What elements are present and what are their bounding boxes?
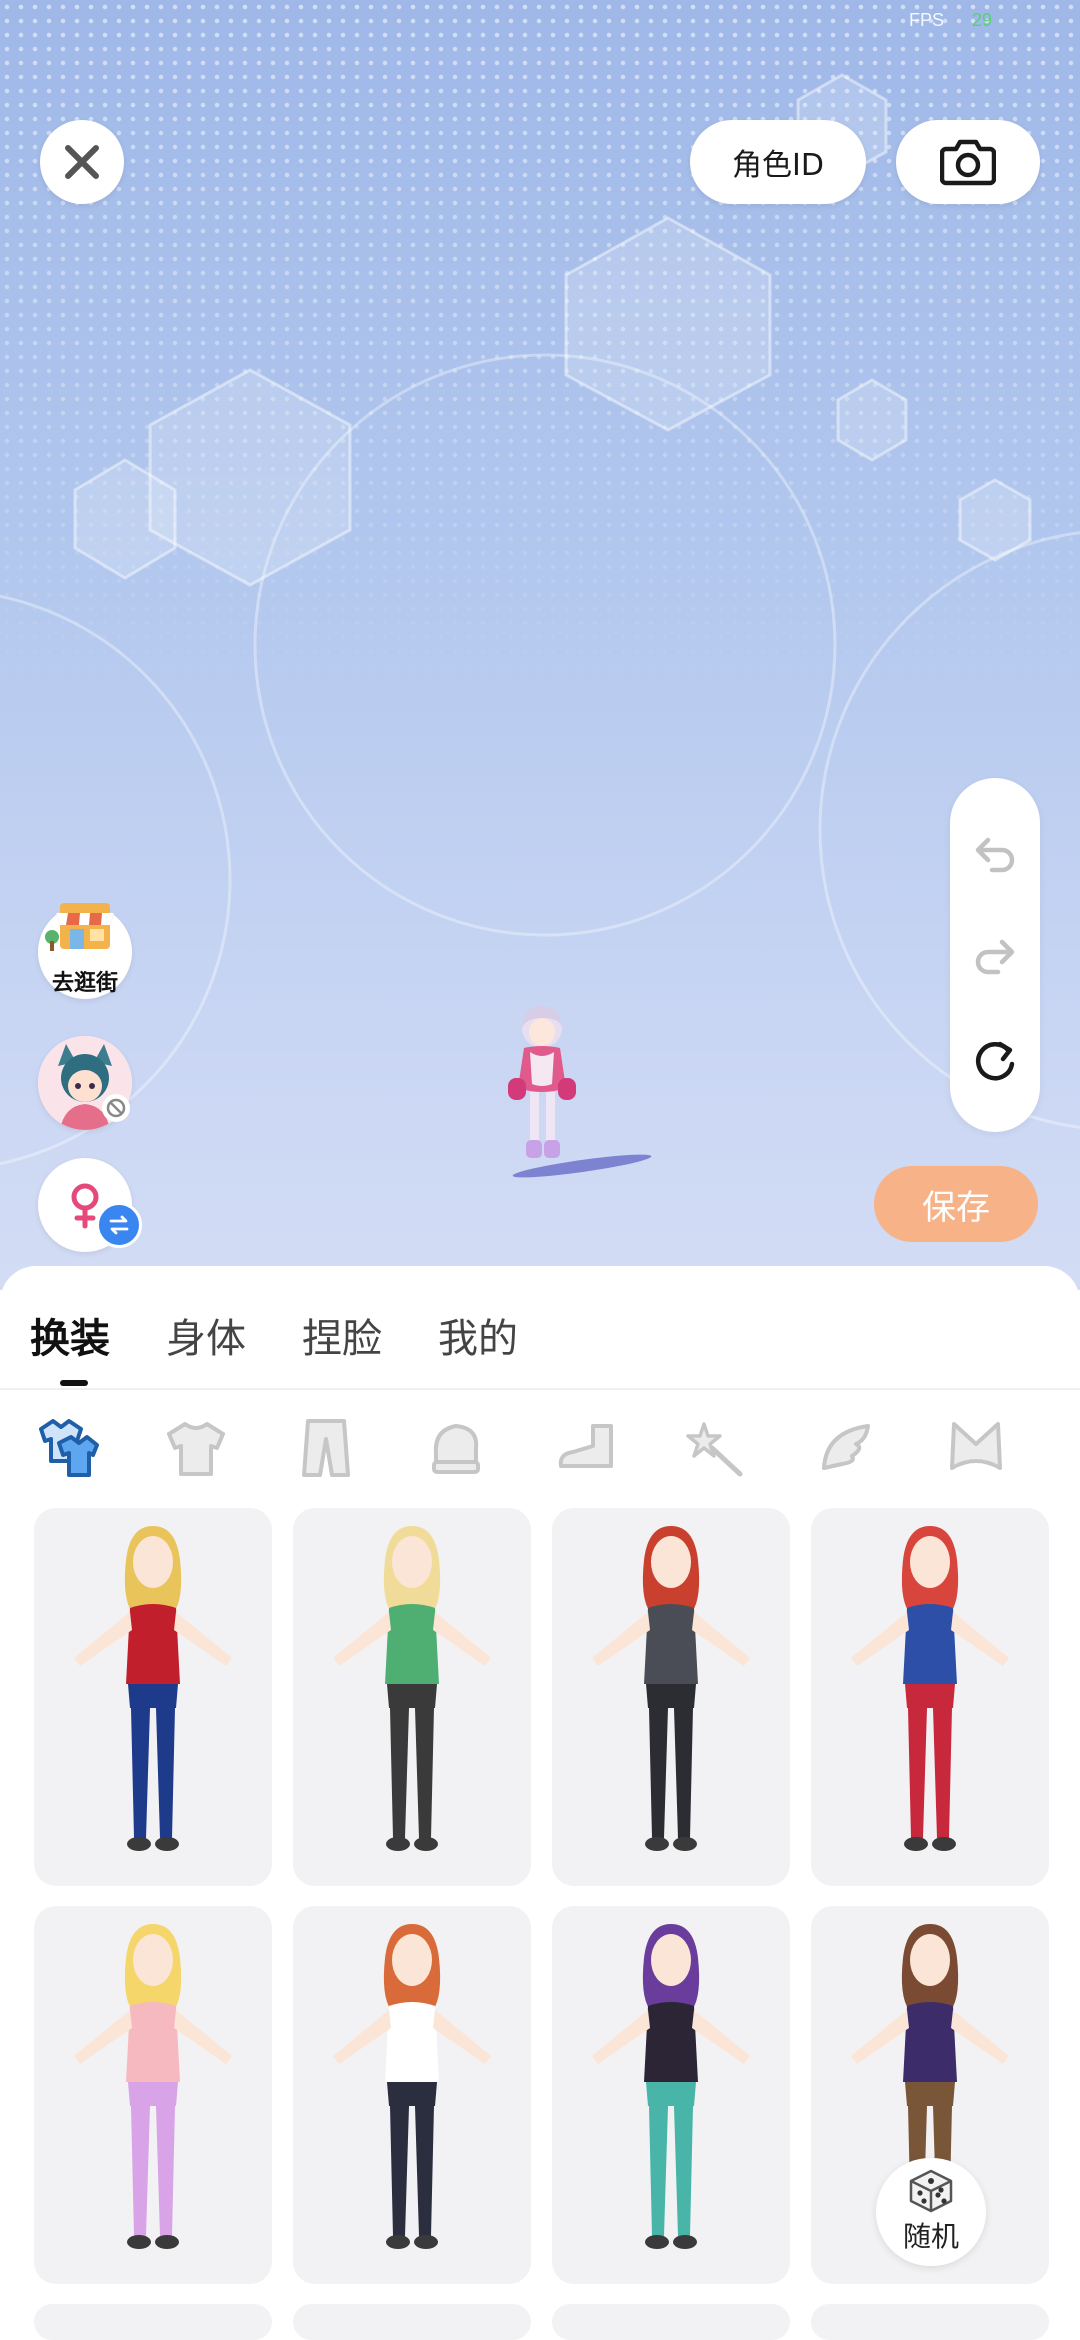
tab-outfit[interactable]: 换装 <box>30 1306 110 1364</box>
save-button[interactable]: 保存 <box>874 1166 1038 1242</box>
history-panel <box>950 778 1040 1132</box>
outfit-figure <box>333 1526 491 1851</box>
category-gloves[interactable] <box>416 1408 496 1488</box>
category-bar <box>0 1408 1080 1508</box>
outfit-card-4[interactable] <box>811 1508 1049 1886</box>
outfit-card-partial[interactable] <box>811 2304 1049 2340</box>
go-shopping-label: 去逛街 <box>51 971 118 996</box>
close-button[interactable] <box>40 120 124 204</box>
outfit-card-6[interactable] <box>293 1906 531 2284</box>
ears-icon <box>950 1422 1002 1470</box>
outfit-card-partial[interactable] <box>552 2304 790 2340</box>
outfit-figure <box>592 1526 750 1851</box>
shoes-icon <box>558 1424 613 1468</box>
role-id-button[interactable]: 角色ID <box>690 120 866 204</box>
top-icon <box>167 1422 225 1476</box>
avatar-scene[interactable]: FPS 29 角色ID 去逛街 保存 <box>0 0 1080 1290</box>
gender-switch-button[interactable] <box>38 1158 142 1252</box>
pants-icon <box>302 1419 350 1477</box>
outfit-card-partial[interactable] <box>34 2304 272 2340</box>
fps-counter: FPS 29 <box>909 10 992 31</box>
camera-button[interactable] <box>896 120 1040 204</box>
outfit-figure <box>74 1526 232 1851</box>
fps-value: 29 <box>971 10 992 30</box>
fps-label: FPS <box>908 10 944 30</box>
wing-icon <box>822 1424 870 1470</box>
wand-icon <box>686 1422 743 1477</box>
category-pants[interactable] <box>286 1408 366 1488</box>
category-accessory[interactable] <box>676 1408 756 1488</box>
main-tabs: 换装 身体 捏脸 我的 <box>0 1266 1080 1388</box>
tab-body[interactable]: 身体 <box>166 1306 246 1364</box>
gloves-icon <box>432 1424 480 1474</box>
close-icon <box>65 145 99 179</box>
outfit-card-partial[interactable] <box>293 2304 531 2340</box>
tab-mine[interactable]: 我的 <box>438 1306 518 1364</box>
outfit-figure <box>592 1924 750 2249</box>
random-label: 随机 <box>902 2220 959 2253</box>
category-top[interactable] <box>156 1408 236 1488</box>
tab-face[interactable]: 捏脸 <box>302 1306 382 1364</box>
active-tab-indicator <box>60 1380 88 1386</box>
undo-icon[interactable] <box>970 828 1020 878</box>
random-button[interactable]: 随机 <box>876 2158 986 2266</box>
dice-icon <box>909 2169 953 2213</box>
outfit-card-7[interactable] <box>552 1906 790 2284</box>
shop-icon <box>45 903 114 951</box>
outfit-figure <box>333 1924 491 2249</box>
role-id-label: 角色ID <box>732 148 824 183</box>
outfit-card-5[interactable] <box>34 1906 272 2284</box>
outfit-card-2[interactable] <box>293 1508 531 1886</box>
category-ears[interactable] <box>936 1408 1016 1488</box>
outfit-figure <box>74 1924 232 2249</box>
visibility-off-icon <box>102 1094 130 1122</box>
tabs-divider <box>0 1388 1080 1390</box>
outfit-set-icon <box>39 1419 99 1477</box>
category-outfit-set[interactable] <box>26 1408 106 1488</box>
redo-icon[interactable] <box>970 930 1020 980</box>
avatar-character <box>508 1006 652 1178</box>
swap-icon <box>96 1202 142 1248</box>
category-shoes[interactable] <box>546 1408 626 1488</box>
reset-icon[interactable] <box>970 1036 1020 1086</box>
camera-icon <box>940 139 996 186</box>
outfit-card-1[interactable] <box>34 1508 272 1886</box>
category-wings[interactable] <box>806 1408 886 1488</box>
outfit-figure <box>851 1526 1009 1851</box>
outfit-card-3[interactable] <box>552 1508 790 1886</box>
go-shopping-button[interactable]: 去逛街 <box>38 903 132 999</box>
